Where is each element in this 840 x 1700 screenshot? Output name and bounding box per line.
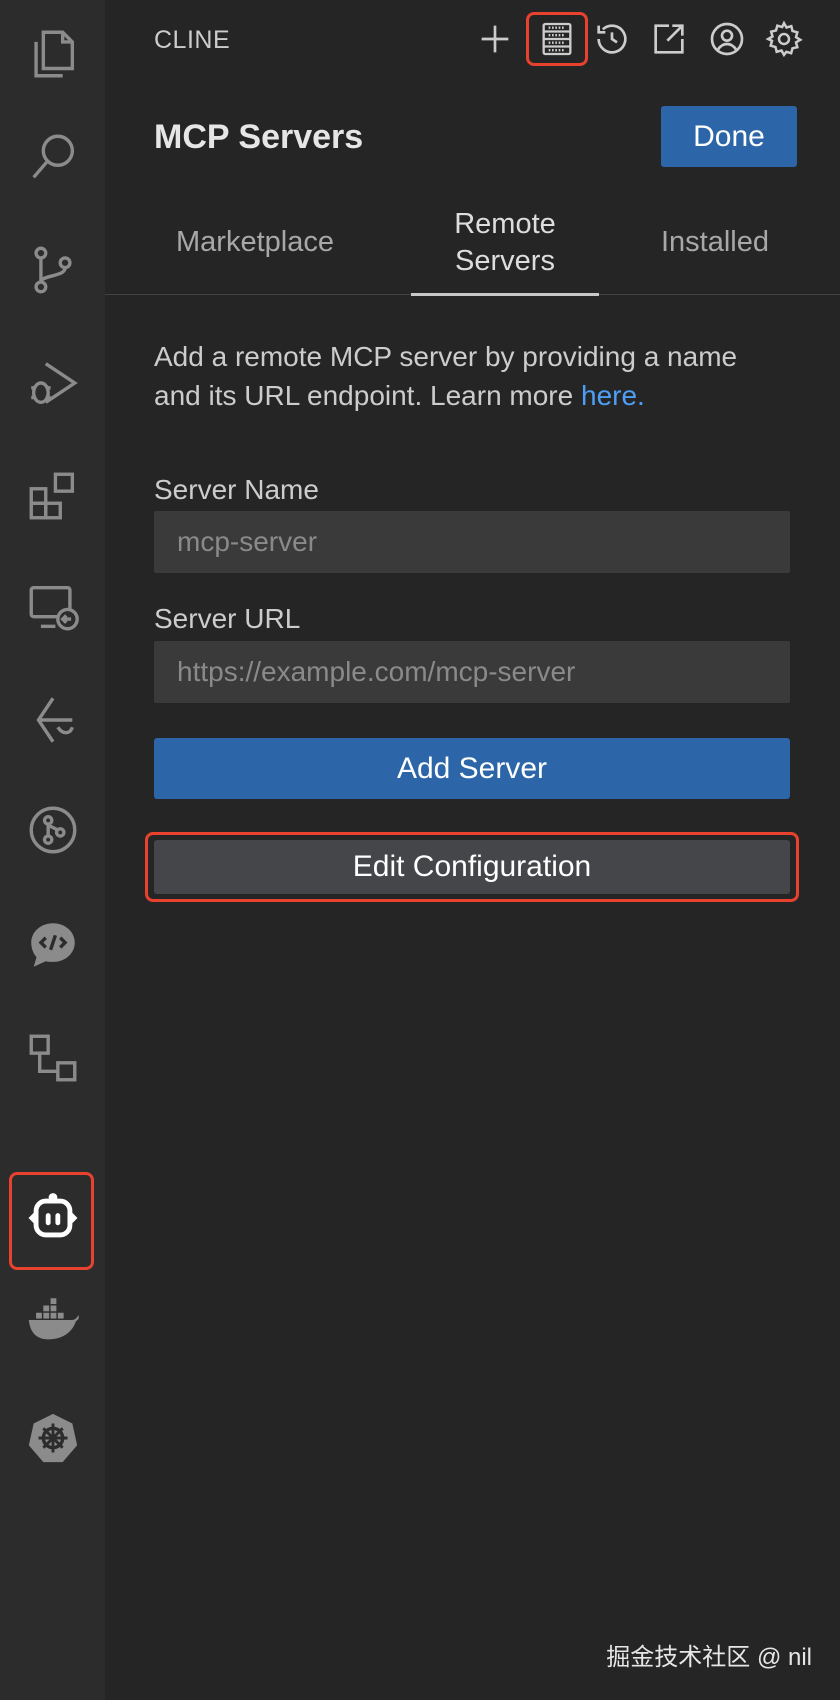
tab-installed[interactable]: Installed xyxy=(625,190,805,295)
tab-marketplace[interactable]: Marketplace xyxy=(155,190,355,295)
flow-icon[interactable] xyxy=(0,1008,105,1108)
server-url-input[interactable] xyxy=(154,641,790,703)
done-button[interactable]: Done xyxy=(661,106,797,167)
remote-server-description: Add a remote MCP server by providing a n… xyxy=(154,337,774,415)
popout-icon[interactable] xyxy=(644,14,694,64)
history-icon[interactable] xyxy=(587,14,637,64)
code-chat-icon[interactable] xyxy=(0,895,105,995)
account-icon[interactable] xyxy=(702,14,752,64)
server-name-label: Server Name xyxy=(154,474,319,505)
run-debug-icon[interactable] xyxy=(0,333,105,433)
mcp-servers-icon[interactable] xyxy=(526,12,588,66)
git-lens-icon[interactable] xyxy=(0,670,105,770)
server-url-label: Server URL xyxy=(154,603,301,634)
mcp-tabs: Marketplace Remote Servers Installed xyxy=(105,190,840,296)
git-graph-icon[interactable] xyxy=(0,780,105,880)
learn-more-link[interactable]: here. xyxy=(581,380,645,411)
activity-bar xyxy=(0,0,105,1700)
gear-icon[interactable] xyxy=(759,14,809,64)
kubernetes-icon[interactable] xyxy=(0,1388,105,1488)
remote-explorer-icon[interactable] xyxy=(0,557,105,657)
cline-robot-icon[interactable] xyxy=(0,1168,105,1270)
page-title: MCP Servers xyxy=(154,118,364,156)
explorer-icon[interactable] xyxy=(0,4,105,104)
tab-remote-servers[interactable]: Remote Servers xyxy=(411,190,599,296)
edit-configuration-highlight: Edit Configuration xyxy=(145,832,799,902)
docker-icon[interactable] xyxy=(0,1270,105,1370)
description-text: Add a remote MCP server by providing a n… xyxy=(154,341,738,411)
panel-title: CLINE xyxy=(154,26,231,54)
extensions-icon[interactable] xyxy=(0,446,105,546)
plus-icon[interactable] xyxy=(470,14,520,64)
edit-configuration-button[interactable]: Edit Configuration xyxy=(154,840,790,894)
watermark: 掘金技术社区 @ nil xyxy=(606,1644,812,1671)
source-control-icon[interactable] xyxy=(0,220,105,320)
search-icon[interactable] xyxy=(0,108,105,208)
server-name-input[interactable] xyxy=(154,511,790,573)
add-server-button[interactable]: Add Server xyxy=(154,738,790,799)
cline-panel: CLINE MCP Servers Done Marketplace Remot… xyxy=(105,0,840,1700)
panel-topbar: CLINE xyxy=(105,0,840,80)
